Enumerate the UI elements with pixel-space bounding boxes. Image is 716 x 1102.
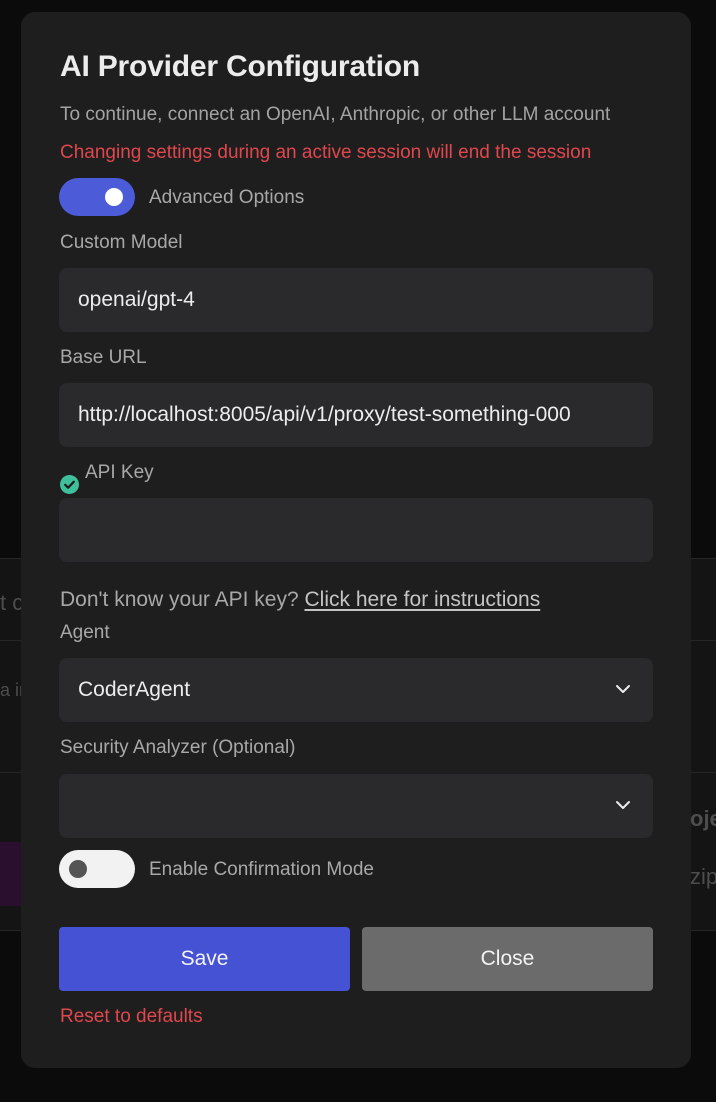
confirmation-mode-toggle[interactable]: [59, 850, 135, 888]
background-text-fragment: t c: [0, 590, 24, 615]
agent-select[interactable]: CoderAgent: [59, 658, 653, 722]
advanced-options-toggle[interactable]: [59, 178, 135, 216]
security-analyzer-select[interactable]: [59, 774, 653, 838]
agent-label: Agent: [60, 622, 110, 643]
api-key-instructions-link[interactable]: Click here for instructions: [304, 588, 540, 611]
custom-model-label: Custom Model: [60, 232, 183, 253]
custom-model-input[interactable]: openai/gpt-4: [59, 268, 653, 332]
background-text-fragment: oje: [690, 806, 716, 831]
settings-modal: AI Provider Configuration To continue, c…: [21, 12, 691, 1068]
confirmation-mode-label: Enable Confirmation Mode: [149, 859, 374, 880]
custom-model-value: openai/gpt-4: [78, 288, 195, 311]
toggle-knob: [105, 188, 123, 206]
advanced-options-label: Advanced Options: [149, 187, 305, 208]
security-analyzer-label: Security Analyzer (Optional): [60, 737, 296, 758]
chevron-down-icon: [616, 685, 630, 693]
toggle-knob: [69, 860, 87, 878]
api-key-help-text: Don't know your API key?: [60, 588, 299, 611]
base-url-label: Base URL: [60, 347, 147, 368]
session-warning: Changing settings during an active sessi…: [60, 142, 592, 163]
base-url-input[interactable]: http://localhost:8005/api/v1/proxy/test-…: [59, 383, 653, 447]
api-key-label: API Key: [85, 462, 154, 483]
agent-selected-value: CoderAgent: [78, 678, 191, 701]
api-key-help: Don't know your API key? Click here for …: [60, 588, 540, 612]
background-text-fragment: zip: [690, 864, 716, 889]
base-url-value: http://localhost:8005/api/v1/proxy/test-…: [78, 403, 571, 426]
modal-title: AI Provider Configuration: [60, 50, 421, 83]
api-key-input[interactable]: [59, 498, 653, 562]
reset-to-defaults-link[interactable]: Reset to defaults: [60, 1006, 203, 1028]
check-circle-icon: [60, 475, 79, 494]
close-button[interactable]: Close: [362, 927, 653, 991]
chevron-down-icon: [616, 801, 630, 809]
save-button[interactable]: Save: [59, 927, 350, 991]
modal-subtitle: To continue, connect an OpenAI, Anthropi…: [60, 104, 611, 125]
